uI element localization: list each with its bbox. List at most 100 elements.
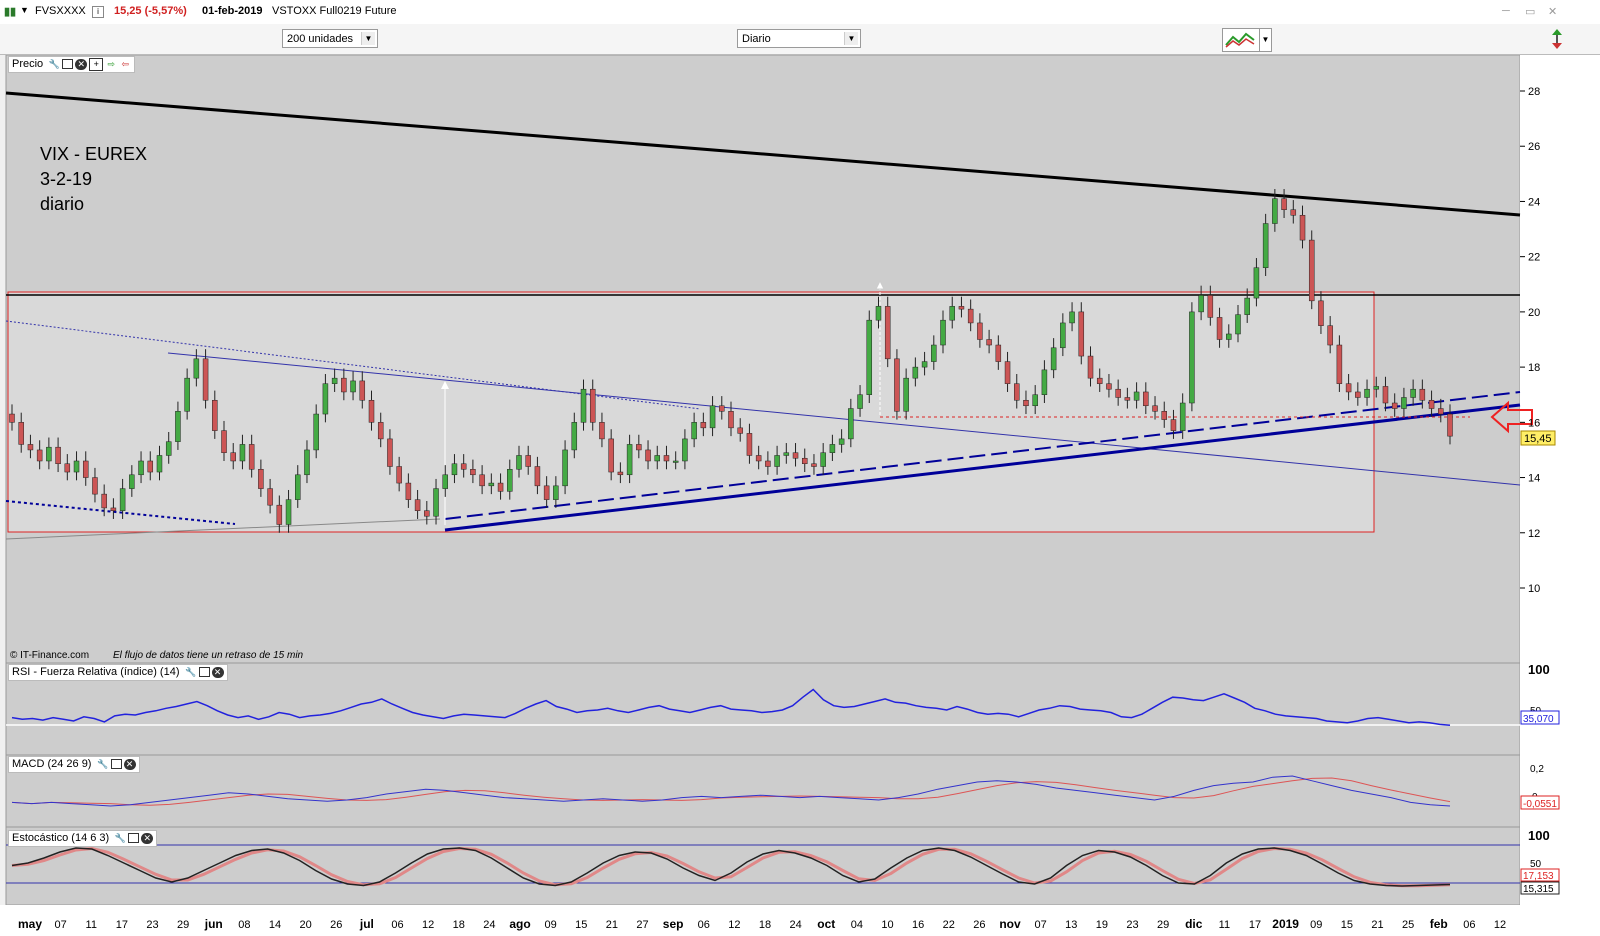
price-y-tick-label: 18 — [1528, 362, 1540, 374]
zoom-arrows-icon[interactable] — [1548, 27, 1566, 51]
symbol-label[interactable]: FVSXXXX — [35, 5, 86, 17]
candle-body — [433, 488, 439, 517]
candle-body — [460, 463, 467, 470]
export-icon[interactable]: ⇨ — [105, 59, 117, 70]
toolbar: 200 unidades ▼ Diario ▼ ▼ — [0, 24, 1600, 55]
price-y-tick-label: 24 — [1528, 196, 1540, 208]
candle-body — [1373, 386, 1380, 390]
x-axis-label: 24 — [483, 919, 495, 931]
candle-body — [119, 488, 126, 511]
candle-body — [599, 422, 605, 440]
annotation-line-1: VIX - EUREX — [40, 144, 147, 164]
close-icon[interactable]: ✕ — [75, 58, 88, 70]
candle-body — [746, 433, 753, 456]
candle-body — [110, 507, 117, 511]
candle-body — [1382, 386, 1389, 404]
x-axis-label: 15 — [1341, 919, 1353, 931]
chart-type-button[interactable] — [1222, 28, 1260, 52]
import-icon[interactable]: ⇦ — [119, 59, 131, 70]
x-axis-label: 08 — [238, 919, 250, 931]
candle-body — [562, 449, 568, 487]
chart-type-dropdown-icon[interactable]: ▼ — [1259, 28, 1272, 52]
annotation-line-2: 3-2-19 — [40, 169, 92, 189]
period-select[interactable]: Diario ▼ — [737, 29, 861, 48]
instrument-description: VSTOXX Full0219 Future — [272, 5, 397, 17]
candle-body — [949, 306, 955, 321]
wrench-icon[interactable]: 🔧 — [97, 759, 109, 770]
x-axis-label: 20 — [300, 919, 312, 931]
candle-body — [258, 469, 264, 489]
x-axis-label: may — [18, 917, 42, 931]
chart-area[interactable]: VIX - EUREX 3-2-19 diario © IT-Finance.c… — [0, 55, 1600, 936]
rsi-panel-title: RSI - Fuerza Relativa (índice) (14) — [12, 666, 180, 678]
price-y-tick-label: 22 — [1528, 252, 1540, 264]
candle-body — [875, 306, 882, 321]
candle-body — [525, 455, 531, 467]
candle-body — [700, 422, 707, 429]
candle-body — [1290, 209, 1297, 216]
minimize-icon[interactable]: ─ — [1502, 5, 1510, 17]
close-icon[interactable]: ✕ — [1548, 5, 1557, 18]
candle-body — [1189, 311, 1195, 404]
candle-body — [755, 455, 762, 462]
candle-body — [184, 377, 190, 412]
window-icon[interactable] — [62, 59, 74, 70]
candle-body — [46, 446, 52, 462]
wrench-icon[interactable]: 🔧 — [48, 59, 60, 70]
candle-body — [1161, 411, 1167, 420]
candle-body — [1235, 314, 1241, 335]
x-axis-label: 11 — [1219, 919, 1230, 931]
candle-body — [405, 482, 412, 500]
info-icon[interactable]: i — [92, 6, 104, 18]
candle-body — [977, 322, 983, 340]
candle-body — [1327, 325, 1333, 346]
candle-body — [672, 460, 679, 463]
window-icon[interactable] — [128, 833, 140, 844]
x-axis-label: 13 — [1065, 919, 1077, 931]
wrench-icon[interactable]: 🔧 — [185, 667, 197, 678]
x-axis-label: jun — [204, 917, 223, 931]
close-icon[interactable]: ✕ — [211, 666, 224, 678]
stoch-panel-bg — [5, 826, 1521, 906]
candle-body — [1124, 397, 1131, 401]
restore-icon[interactable]: ▭ — [1525, 5, 1535, 18]
add-icon[interactable]: + — [89, 57, 104, 71]
candle-body — [424, 510, 430, 517]
window-icon[interactable] — [198, 667, 210, 678]
candle-body — [1096, 377, 1103, 384]
rsi-panel-header: RSI - Fuerza Relativa (índice) (14) 🔧 ✕ — [8, 664, 228, 681]
x-axis-label: 19 — [1096, 919, 1108, 931]
x-axis-label: 16 — [912, 919, 924, 931]
price-change: 15,25 (-5,57%) — [114, 5, 187, 17]
close-icon[interactable]: ✕ — [141, 832, 154, 844]
symbol-dropdown-icon[interactable]: ▼ — [20, 5, 29, 15]
candle-body — [212, 399, 218, 431]
candle-body — [1207, 295, 1214, 318]
price-y-tick-label: 20 — [1528, 307, 1540, 319]
candle-body — [479, 474, 485, 487]
x-axis-label: 24 — [790, 919, 802, 931]
candle-body — [958, 306, 965, 310]
candle-body — [1438, 408, 1444, 415]
candle-body — [1336, 344, 1343, 384]
close-icon[interactable]: ✕ — [123, 758, 136, 770]
candle-body — [654, 455, 661, 462]
candle-body — [1152, 405, 1158, 412]
candle-body — [967, 308, 974, 324]
window-icon[interactable] — [110, 759, 122, 770]
units-select[interactable]: 200 unidades ▼ — [282, 29, 378, 48]
x-axis-label: jul — [359, 917, 374, 931]
candle-body — [507, 469, 513, 492]
candle-body — [138, 460, 144, 476]
candle-body — [534, 466, 541, 487]
candle-body — [1410, 388, 1416, 398]
macd-value-label: -0,0551 — [1523, 799, 1557, 810]
candle-body — [82, 460, 89, 478]
wrench-icon[interactable]: 🔧 — [114, 833, 126, 844]
candle-body — [1419, 388, 1426, 401]
x-axis-label: 18 — [759, 919, 771, 931]
candle-body — [737, 427, 743, 434]
candle-body — [129, 474, 135, 489]
x-axis-label: 21 — [606, 919, 618, 931]
candle-body — [1355, 391, 1361, 398]
